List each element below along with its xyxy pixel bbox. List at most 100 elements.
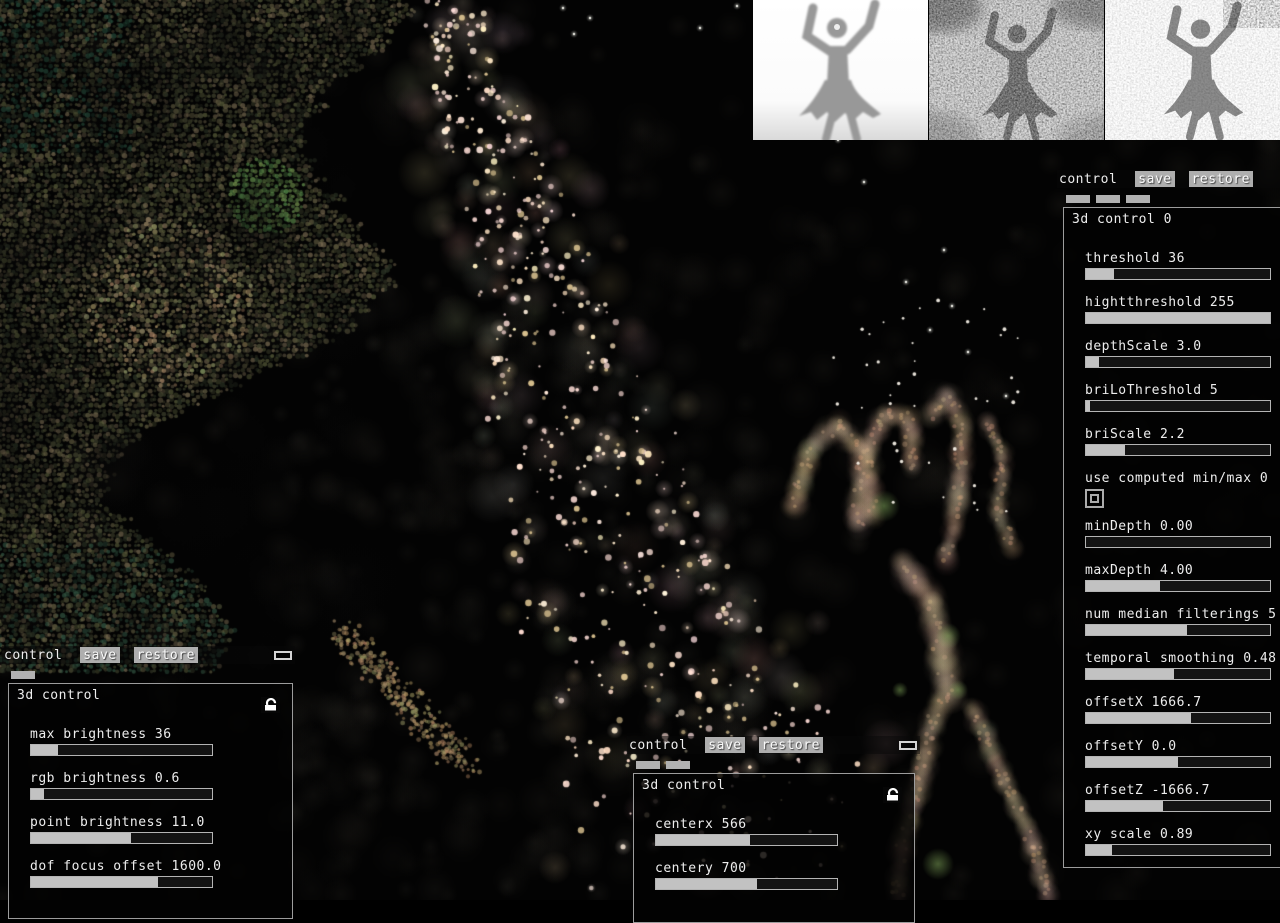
- tab-0[interactable]: [1066, 195, 1090, 203]
- tab-1[interactable]: [666, 761, 690, 769]
- slider-track[interactable]: [1085, 668, 1271, 680]
- panel-tabs: [11, 671, 295, 679]
- panel-title: 3d control: [642, 779, 906, 792]
- save-button[interactable]: save: [1135, 171, 1174, 187]
- checkbox-unchecked[interactable]: [1085, 489, 1104, 508]
- slider-track[interactable]: [655, 878, 838, 890]
- slider-offsety: offsetY 0.0: [1085, 740, 1280, 768]
- panel-header-title: control: [629, 739, 687, 752]
- tab-1[interactable]: [1096, 195, 1120, 203]
- slider-label: offsetX 1666.7: [1085, 696, 1280, 710]
- slider-label: dof focus offset 1600.0: [30, 860, 284, 874]
- slider-track[interactable]: [1085, 536, 1271, 548]
- unlock-icon[interactable]: [261, 697, 280, 713]
- panel-header: control save restore: [1057, 170, 1280, 188]
- slider-hightthreshold: hightthreshold 255: [1085, 296, 1280, 324]
- slider-maxdepth: maxDepth 4.00: [1085, 564, 1280, 592]
- slider-track[interactable]: [30, 876, 213, 888]
- tab-0[interactable]: [11, 671, 35, 679]
- slider-label: threshold 36: [1085, 252, 1280, 266]
- panel-title: 3d control: [17, 689, 284, 702]
- slider-track[interactable]: [1085, 400, 1271, 412]
- slider-label: centerx 566: [655, 818, 906, 832]
- control-panel-depth: control save restore 3d control 0 thresh…: [1057, 170, 1280, 868]
- slider-label: point brightness 11.0: [30, 816, 284, 830]
- slider-mindepth: minDepth 0.00: [1085, 520, 1280, 548]
- slider-dof-focus-offset: dof focus offset 1600.0: [30, 860, 284, 888]
- slider-track[interactable]: [30, 788, 213, 800]
- slider-label: depthScale 3.0: [1085, 340, 1280, 354]
- slider-track[interactable]: [655, 834, 838, 846]
- panel-title: 3d control 0: [1072, 213, 1280, 226]
- slider-rgb-brightness: rgb brightness 0.6: [30, 772, 284, 800]
- slider-threshold: threshold 36: [1085, 252, 1280, 280]
- slider-track[interactable]: [30, 744, 213, 756]
- slider-rows: centerx 566 centery 700: [642, 818, 906, 890]
- minimize-box[interactable]: [899, 741, 917, 750]
- slider-track[interactable]: [1085, 444, 1271, 456]
- save-button[interactable]: save: [80, 647, 119, 663]
- slider-xy-scale: xy scale 0.89: [1085, 828, 1280, 856]
- slider-briscale: briScale 2.2: [1085, 428, 1280, 456]
- slider-track[interactable]: [1085, 844, 1271, 856]
- toggle-use-computed-minmax: use computed min/max 0: [1085, 472, 1280, 508]
- slider-track[interactable]: [1085, 580, 1271, 592]
- slider-rows: max brightness 36 rgb brightness 0.6 poi…: [17, 728, 284, 888]
- slider-track[interactable]: [1085, 624, 1271, 636]
- slider-label: briScale 2.2: [1085, 428, 1280, 442]
- slider-track[interactable]: [1085, 312, 1271, 324]
- slider-temporal-smoothing: temporal smoothing 0.48: [1085, 652, 1280, 680]
- panel-body: 3d control max brightness 36 rgb brightn…: [8, 683, 293, 919]
- save-button[interactable]: save: [705, 737, 744, 753]
- slider-label: hightthreshold 255: [1085, 296, 1280, 310]
- slider-track[interactable]: [1085, 800, 1271, 812]
- depth-preview-thresholded: [1105, 0, 1280, 140]
- panel-header-title: control: [4, 649, 62, 662]
- depth-preview-noisy: [929, 0, 1104, 140]
- slider-label: max brightness 36: [30, 728, 284, 742]
- panel-tabs: [1066, 195, 1280, 203]
- slider-num-median-filterings: num median filterings 5: [1085, 608, 1280, 636]
- panel-header: control save restore: [627, 736, 920, 754]
- slider-max-brightness: max brightness 36: [30, 728, 284, 756]
- slider-offsetx: offsetX 1666.7: [1085, 696, 1280, 724]
- slider-label: briLoThreshold 5: [1085, 384, 1280, 398]
- panel-header: control save restore: [2, 646, 295, 664]
- panel-body: 3d control centerx 566 centery 700: [633, 773, 915, 923]
- panel-header-title: control: [1059, 173, 1117, 186]
- tab-0[interactable]: [636, 761, 660, 769]
- slider-label: temporal smoothing 0.48: [1085, 652, 1280, 666]
- slider-label: offsetY 0.0: [1085, 740, 1280, 754]
- toggle-label: use computed min/max 0: [1085, 472, 1280, 486]
- restore-button[interactable]: restore: [134, 647, 198, 663]
- panel-tabs: [636, 761, 920, 769]
- slider-label: num median filterings 5: [1085, 608, 1280, 622]
- slider-track[interactable]: [1085, 712, 1271, 724]
- slider-brilothreshold: briLoThreshold 5: [1085, 384, 1280, 412]
- slider-centery: centery 700: [655, 862, 906, 890]
- unlock-icon[interactable]: [883, 787, 902, 803]
- restore-button[interactable]: restore: [759, 737, 823, 753]
- slider-track[interactable]: [1085, 756, 1271, 768]
- control-panel-brightness: control save restore 3d control max brig…: [2, 646, 295, 919]
- restore-button[interactable]: restore: [1189, 171, 1253, 187]
- slider-label: centery 700: [655, 862, 906, 876]
- slider-label: offsetZ -1666.7: [1085, 784, 1280, 798]
- slider-centerx: centerx 566: [655, 818, 906, 846]
- depth-preview-strip: [753, 0, 1280, 140]
- slider-rows: threshold 36 hightthreshold 255 depthSca…: [1072, 252, 1280, 856]
- control-panel-center: control save restore 3d control centerx …: [627, 736, 920, 923]
- minimize-box[interactable]: [274, 651, 292, 660]
- depth-preview-smooth: [753, 0, 928, 140]
- panel-body: 3d control 0 threshold 36 hightthreshold…: [1063, 207, 1280, 868]
- slider-track[interactable]: [1085, 268, 1271, 280]
- slider-label: xy scale 0.89: [1085, 828, 1280, 842]
- tab-2[interactable]: [1126, 195, 1150, 203]
- slider-track[interactable]: [30, 832, 213, 844]
- slider-point-brightness: point brightness 11.0: [30, 816, 284, 844]
- slider-offsetz: offsetZ -1666.7: [1085, 784, 1280, 812]
- slider-depthscale: depthScale 3.0: [1085, 340, 1280, 368]
- slider-label: maxDepth 4.00: [1085, 564, 1280, 578]
- slider-track[interactable]: [1085, 356, 1271, 368]
- slider-label: rgb brightness 0.6: [30, 772, 284, 786]
